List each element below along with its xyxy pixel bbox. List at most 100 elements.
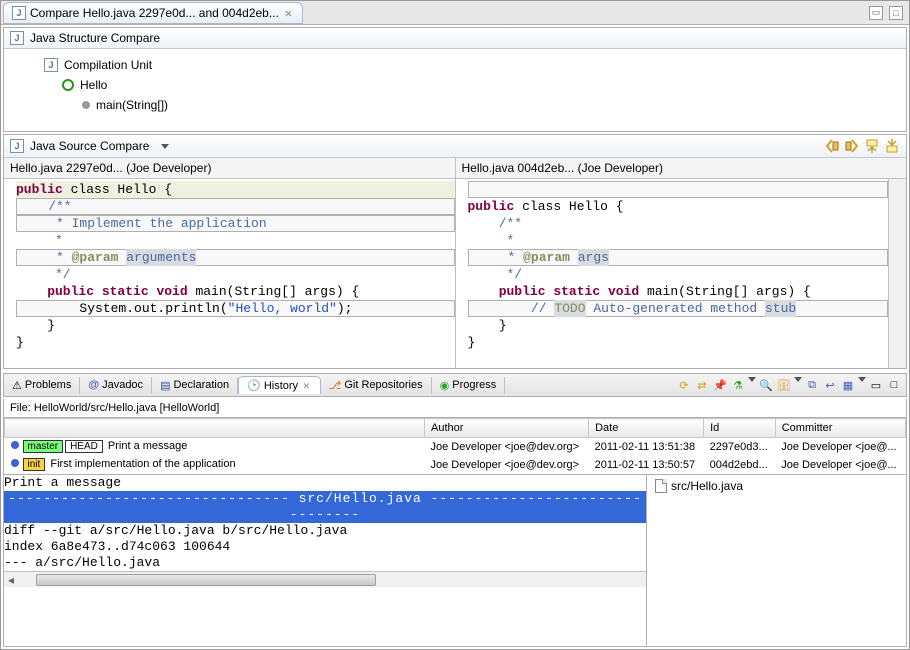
tree-compilation-unit[interactable]: J Compilation Unit <box>44 55 886 75</box>
col-rev[interactable] <box>5 419 425 438</box>
code-token: */ <box>468 266 523 283</box>
tree-label: main(String[]) <box>96 95 168 115</box>
maximize-view-icon[interactable]: □ <box>886 377 902 393</box>
tree-label: Hello <box>80 75 107 95</box>
code-token: @param <box>523 249 578 266</box>
problems-icon: ⚠ <box>12 379 22 392</box>
right-code[interactable]: public class Hello { /** * * @param args… <box>456 179 889 368</box>
left-code[interactable]: public class Hello { /** * Implement the… <box>4 179 455 368</box>
tab-git-repositories[interactable]: ⎇Git Repositories <box>321 377 432 394</box>
overview-ruler[interactable] <box>888 179 906 368</box>
code-token: void <box>608 283 639 300</box>
code-token: static <box>94 283 156 300</box>
code-token: * <box>469 249 524 266</box>
java-compare-icon: J <box>12 6 26 20</box>
chevron-down-icon[interactable] <box>858 377 866 382</box>
compare-right: Hello.java 004d2eb... (Joe Developer) pu… <box>456 158 907 368</box>
col-date[interactable]: Date <box>589 419 704 438</box>
git-icon: ⎇ <box>329 379 342 392</box>
filter-icon[interactable]: ⚗ <box>730 377 746 393</box>
col-committer[interactable]: Committer <box>775 419 905 438</box>
tab-declaration[interactable]: ▤Declaration <box>152 377 238 394</box>
compare-tab[interactable]: J Compare Hello.java 2297e0d... and 004d… <box>3 2 303 24</box>
code-token: public <box>468 198 515 215</box>
chevron-down-icon[interactable] <box>748 377 756 382</box>
col-author[interactable]: Author <box>425 419 589 438</box>
prev-diff-icon[interactable] <box>884 138 900 154</box>
next-diff-icon[interactable] <box>864 138 880 154</box>
code-token: // <box>469 300 555 317</box>
declaration-icon: ▤ <box>160 379 170 392</box>
source-compare-panel: J Java Source Compare Hello.java 2297e0d… <box>3 134 907 369</box>
tree-class[interactable]: Hello <box>44 75 886 95</box>
tab-progress[interactable]: ◉Progress <box>432 377 506 394</box>
copy-left-icon[interactable] <box>824 138 840 154</box>
tree-method[interactable]: main(String[]) <box>44 95 886 115</box>
find-icon[interactable]: 🔍 <box>758 377 774 393</box>
code-token: @param <box>72 249 127 266</box>
tab-history[interactable]: 🕑History✕ <box>238 376 321 394</box>
code-token: void <box>156 283 187 300</box>
minimize-button[interactable]: ▭ <box>869 6 883 20</box>
compare-toolbar <box>824 138 900 154</box>
compare-mode-icon[interactable]: ⧉ <box>804 377 820 393</box>
code-token: public <box>16 181 63 198</box>
structure-compare-title: Java Structure Compare <box>30 31 160 45</box>
commit-title: Print a message <box>4 475 646 491</box>
compare-left: Hello.java 2297e0d... (Joe Developer) pu… <box>4 158 456 368</box>
cell-date: 2011-02-11 13:50:57 <box>589 456 704 474</box>
file-icon <box>655 479 667 493</box>
branch-tag: HEAD <box>65 440 103 453</box>
code-token: } <box>468 334 476 351</box>
chevron-down-icon[interactable] <box>794 377 802 382</box>
tab-label: Progress <box>452 379 496 391</box>
table-row[interactable]: init First implementation of the applica… <box>5 456 906 474</box>
refresh-icon[interactable]: ⟳ <box>676 377 692 393</box>
scrollbar-thumb[interactable] <box>36 574 376 586</box>
history-icon: 🕑 <box>247 379 261 392</box>
db-icon[interactable]: 🗄 <box>776 377 792 393</box>
link-icon[interactable]: ⇄ <box>694 377 710 393</box>
left-header: Hello.java 2297e0d... (Joe Developer) <box>4 158 455 179</box>
progress-icon: ◉ <box>440 379 450 392</box>
cell-author: Joe Developer <joe@dev.org> <box>425 438 589 456</box>
branch-tag: init <box>23 458 46 471</box>
diff-panes: Print a message ------------------------… <box>4 474 906 646</box>
java-icon: J <box>10 31 24 45</box>
col-id[interactable]: Id <box>704 419 776 438</box>
code-token: /** <box>17 198 72 215</box>
chevron-down-icon[interactable] <box>161 144 169 149</box>
horizontal-scrollbar[interactable]: ◂ <box>4 571 646 587</box>
maximize-button[interactable]: □ <box>889 6 903 20</box>
javadoc-icon: @ <box>88 379 99 391</box>
table-row[interactable]: masterHEAD Print a messageJoe Developer … <box>5 438 906 456</box>
tab-problems[interactable]: ⚠Problems <box>4 377 80 394</box>
code-token: /** <box>468 215 523 232</box>
cell-id: 004d2ebd... <box>704 456 776 474</box>
tab-label: History <box>264 380 298 392</box>
minimize-view-icon[interactable]: ▭ <box>868 377 884 393</box>
code-token: { <box>608 198 624 215</box>
class-icon <box>62 79 74 91</box>
commit-message: First implementation of the application <box>47 458 235 470</box>
cell-committer: Joe Developer <joe@... <box>775 438 905 456</box>
close-icon[interactable]: ✕ <box>283 6 294 20</box>
bottom-tab-bar: ⚠Problems @Javadoc ▤Declaration 🕑History… <box>3 373 907 397</box>
tab-javadoc[interactable]: @Javadoc <box>80 377 152 393</box>
diff-text-pane[interactable]: Print a message ------------------------… <box>4 475 646 646</box>
cell-date: 2011-02-11 13:51:38 <box>589 438 704 456</box>
code-token: } <box>16 317 55 334</box>
pin-icon[interactable]: 📌 <box>712 377 728 393</box>
wrap-icon[interactable]: ↩ <box>822 377 838 393</box>
diff-line: index 6a8e473..d74c063 100644 <box>4 539 646 555</box>
history-view: Author Date Id Committer masterHEAD Prin… <box>3 418 907 647</box>
copy-right-icon[interactable] <box>844 138 860 154</box>
close-icon[interactable]: ✕ <box>301 379 312 392</box>
code-token: } <box>16 334 24 351</box>
tree-label: Compilation Unit <box>64 55 152 75</box>
code-token: * <box>17 249 72 266</box>
commit-dot-icon <box>11 459 19 467</box>
layout-icon[interactable]: ▦ <box>840 377 856 393</box>
code-token: public <box>468 283 546 300</box>
changed-file[interactable]: src/Hello.java <box>671 479 743 493</box>
